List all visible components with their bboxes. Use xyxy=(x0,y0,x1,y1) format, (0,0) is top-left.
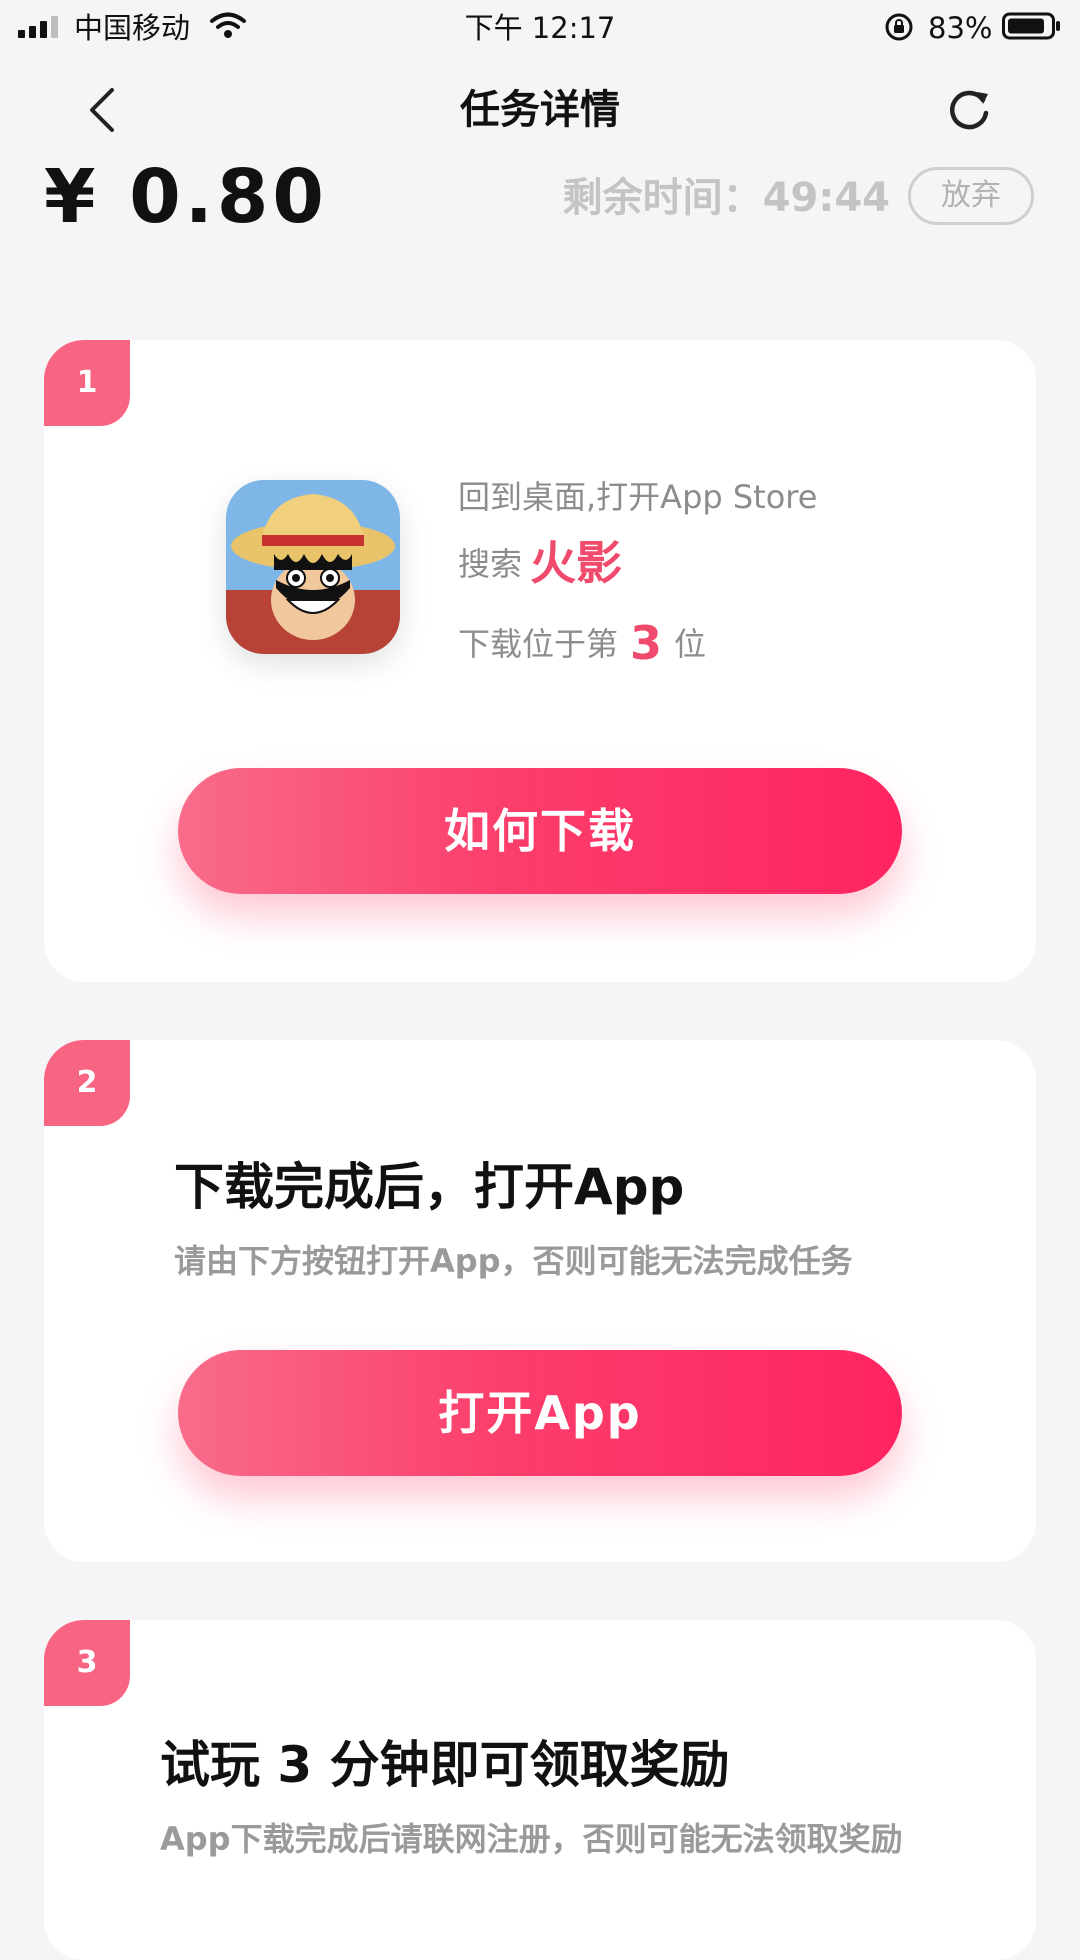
app-icon xyxy=(226,480,400,654)
battery-icon xyxy=(1002,12,1060,40)
orientation-lock-icon xyxy=(885,13,913,41)
step-heading: 下载完成后，打开App xyxy=(174,1158,685,1216)
search-prefix: 搜索 xyxy=(458,545,523,583)
step-heading: 试玩 3 分钟即可领取奖励 xyxy=(160,1736,730,1794)
step-badge: 1 xyxy=(44,340,130,426)
open-app-button[interactable]: 打开App xyxy=(178,1350,902,1476)
remaining-time: 剩余时间：49:44 xyxy=(562,175,890,221)
instruction-rank: 下载位于第 3 位 xyxy=(458,620,706,667)
rank-prefix: 下载位于第 xyxy=(458,625,619,663)
rank-number: 3 xyxy=(630,616,663,670)
step-card-2: 2 下载完成后，打开App 请由下方按钮打开App，否则可能无法完成任务 打开A… xyxy=(44,1040,1036,1562)
reward-amount: ¥ 0.80 xyxy=(44,154,328,240)
instruction-search: 搜索 火影 xyxy=(458,540,622,587)
rank-suffix: 位 xyxy=(674,625,707,663)
instruction-open-app-store: 回到桌面,打开App Store xyxy=(458,478,818,516)
step-subtext: App下载完成后请联网注册，否则可能无法领取奖励 xyxy=(160,1820,903,1858)
refresh-icon[interactable] xyxy=(944,86,994,136)
search-keyword: 火影 xyxy=(530,536,623,590)
battery-percent: 83% xyxy=(928,11,993,45)
how-to-download-button[interactable]: 如何下载 xyxy=(178,768,902,894)
page-title: 任务详情 xyxy=(460,87,620,133)
step-card-1: 1 回到桌面,打开App Store 搜索 火影 下载位于第 3 位 如何下载 xyxy=(44,340,1036,982)
step-badge: 2 xyxy=(44,1040,130,1126)
status-time: 下午 12:17 xyxy=(464,11,616,45)
step-subtext: 请由下方按钮打开App，否则可能无法完成任务 xyxy=(174,1242,853,1280)
status-bar: 中国移动 下午 12:17 83% xyxy=(0,0,1080,56)
step-card-3: 3 试玩 3 分钟即可领取奖励 App下载完成后请联网注册，否则可能无法领取奖励 xyxy=(44,1620,1036,1960)
step-badge: 3 xyxy=(44,1620,130,1706)
abandon-button[interactable]: 放弃 xyxy=(908,167,1034,225)
